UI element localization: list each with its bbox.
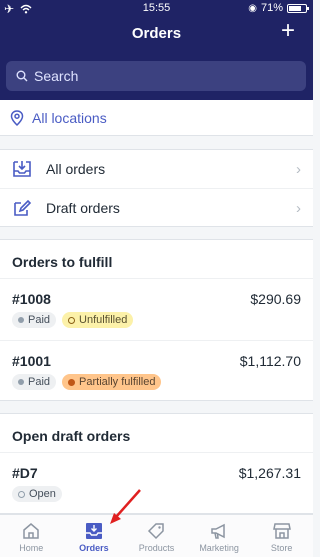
bottom-tab-bar: Home Orders Products Marketing Store bbox=[0, 514, 313, 557]
orders-nav-card: All orders › Draft orders › bbox=[0, 149, 313, 227]
tag-icon bbox=[148, 523, 165, 540]
search-input[interactable]: Search bbox=[6, 61, 306, 91]
status-bar: ✈ 15:55 ◉ 71% bbox=[0, 0, 313, 18]
lock-rotation-icon: ◉ bbox=[248, 2, 257, 14]
megaphone-icon bbox=[211, 523, 225, 539]
draft-orders-label: Draft orders bbox=[46, 199, 120, 216]
app-header: ✈ 15:55 ◉ 71% Orders + Search bbox=[0, 0, 313, 100]
page-title: Orders bbox=[131, 25, 182, 42]
tab-store[interactable]: Store bbox=[250, 515, 313, 557]
home-icon bbox=[23, 523, 40, 539]
search-icon bbox=[16, 70, 28, 82]
order-row[interactable]: #1001 $1,112.70 Paid Partially fulfilled bbox=[0, 340, 313, 402]
order-id: #1001 bbox=[12, 353, 51, 369]
battery-percent: 71% bbox=[260, 2, 283, 14]
add-order-button[interactable]: + bbox=[277, 19, 299, 43]
draft-orders-row[interactable]: Draft orders › bbox=[0, 188, 313, 226]
location-selector[interactable]: All locations bbox=[0, 100, 313, 136]
chevron-right-icon: › bbox=[296, 161, 301, 178]
order-row[interactable]: #1008 $290.69 Paid Unfulfilled bbox=[0, 278, 313, 340]
orders-to-fulfill-card: Orders to fulfill #1008 $290.69 Paid Unf… bbox=[0, 239, 313, 401]
location-pin-icon bbox=[10, 109, 24, 126]
payment-badge: Paid bbox=[12, 374, 57, 390]
store-icon bbox=[272, 523, 291, 539]
red-arrow-annotation bbox=[110, 489, 141, 524]
section-title: Orders to fulfill bbox=[12, 254, 113, 270]
inbox-download-icon bbox=[13, 161, 31, 177]
orders-icon bbox=[85, 523, 102, 539]
all-orders-row[interactable]: All orders › bbox=[0, 150, 313, 188]
draft-id: #D7 bbox=[12, 465, 38, 481]
all-orders-label: All orders bbox=[46, 161, 106, 177]
draft-edit-icon bbox=[14, 199, 32, 216]
order-amount: $1,112.70 bbox=[239, 353, 301, 369]
draft-amount: $1,267.31 bbox=[238, 465, 301, 481]
order-id: #1008 bbox=[12, 291, 51, 307]
tab-home[interactable]: Home bbox=[0, 515, 63, 557]
open-draft-orders-card: Open draft orders #D7 $1,267.31 Open bbox=[0, 413, 313, 514]
search-placeholder: Search bbox=[34, 68, 79, 84]
battery-icon bbox=[287, 3, 309, 13]
draft-order-row[interactable]: #D7 $1,267.31 Open bbox=[0, 452, 313, 514]
chevron-right-icon: › bbox=[296, 200, 301, 217]
fulfillment-badge: Partially fulfilled bbox=[62, 374, 162, 390]
tab-marketing[interactable]: Marketing bbox=[188, 515, 251, 557]
order-amount: $290.69 bbox=[250, 291, 301, 307]
location-label: All locations bbox=[32, 109, 107, 126]
draft-status-badge: Open bbox=[12, 486, 62, 502]
payment-badge: Paid bbox=[12, 312, 57, 328]
section-title: Open draft orders bbox=[12, 428, 131, 444]
fulfillment-badge: Unfulfilled bbox=[62, 312, 134, 328]
